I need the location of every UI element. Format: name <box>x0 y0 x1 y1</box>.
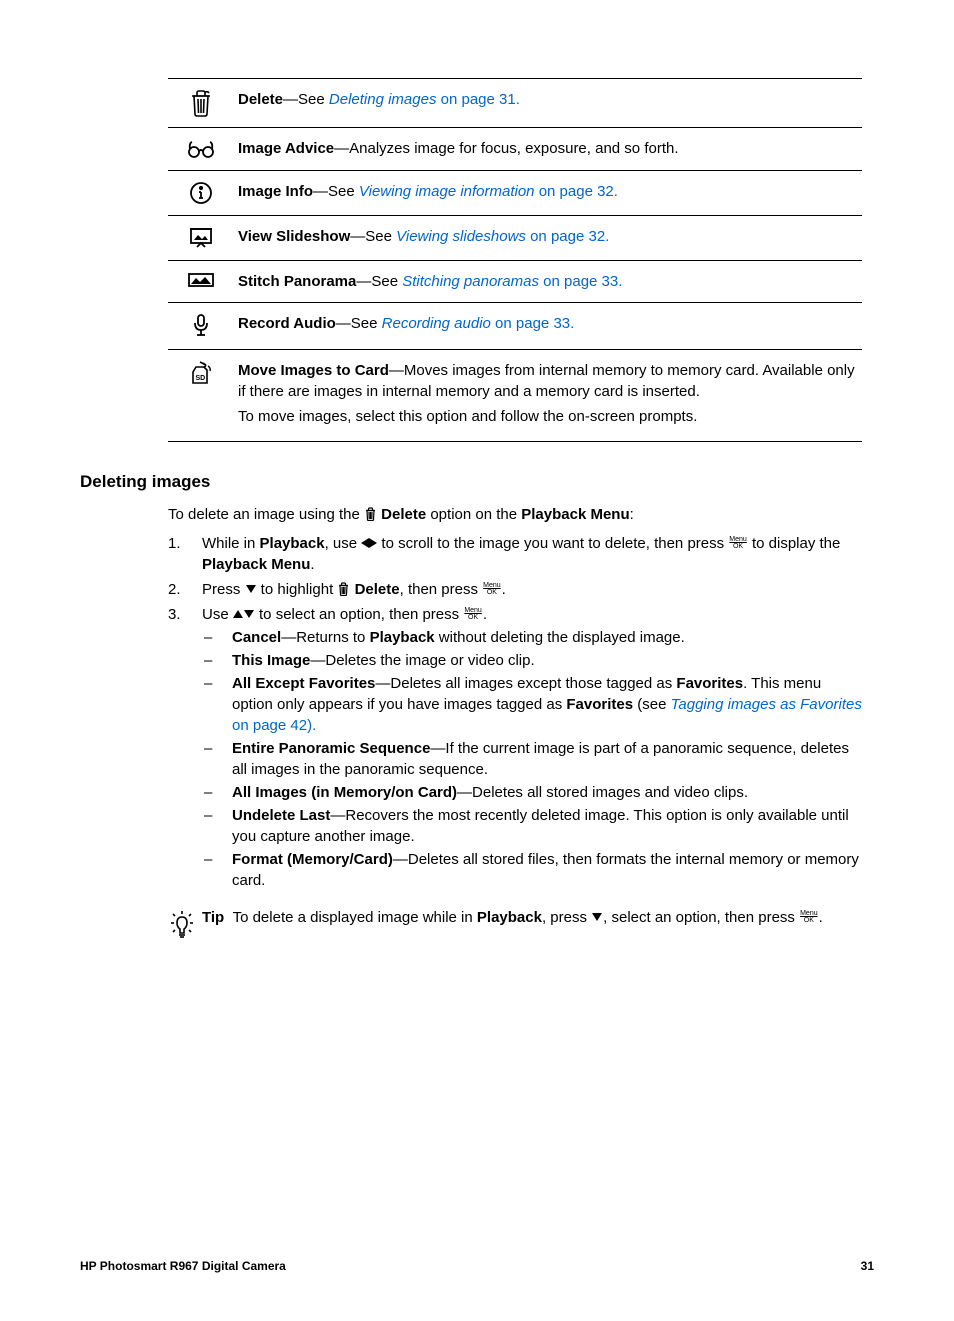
opt-all-except-fav: –All Except Favorites—Deletes all images… <box>202 673 862 736</box>
row-delete: Delete—See Deleting images on page 31. <box>168 79 862 128</box>
trash-icon <box>188 89 214 117</box>
opt-cancel: –Cancel—Returns to Playback without dele… <box>202 627 862 648</box>
page-footer: HP Photosmart R967 Digital Camera 31 <box>80 1258 874 1275</box>
link-stitch[interactable]: Stitching panoramas <box>402 273 539 290</box>
opt-panoramic: –Entire Panoramic Sequence—If the curren… <box>202 738 862 780</box>
row-image-info: Image Info—See Viewing image information… <box>168 171 862 216</box>
down-arrow-icon <box>244 610 254 618</box>
footer-product: HP Photosmart R967 Digital Camera <box>80 1258 286 1275</box>
up-arrow-icon <box>233 610 243 618</box>
microphone-icon <box>191 313 211 339</box>
step-2: 2. Press to highlight Delete, then press… <box>168 579 862 600</box>
trash-icon <box>337 582 350 596</box>
row-slideshow: View Slideshow—See Viewing slideshows on… <box>168 216 862 261</box>
options-list: –Cancel—Returns to Playback without dele… <box>202 627 862 891</box>
row-delete-desc: Delete—See Deleting images on page 31. <box>230 79 862 128</box>
row-advice-desc: Image Advice—Analyzes image for focus, e… <box>230 128 862 171</box>
right-arrow-icon <box>369 538 377 548</box>
eyeglasses-icon <box>186 138 216 160</box>
playback-menu-table: Delete—See Deleting images on page 31. I… <box>168 78 862 442</box>
stitch-icon-cell <box>168 261 230 303</box>
intro-line: To delete an image using the Delete opti… <box>168 504 862 525</box>
move-card-icon-cell: SD <box>168 350 230 442</box>
step-1: 1. While in Playback, use to scroll to t… <box>168 533 862 575</box>
row-slideshow-desc: View Slideshow—See Viewing slideshows on… <box>230 216 862 261</box>
row-move-to-card: SD Move Images to Card—Moves images from… <box>168 350 862 442</box>
steps-list: 1. While in Playback, use to scroll to t… <box>168 533 862 893</box>
down-arrow-icon <box>246 585 256 593</box>
tip-block: Tip To delete a displayed image while in… <box>168 907 862 947</box>
link-image-info[interactable]: Viewing image information <box>359 183 535 200</box>
slideshow-icon-cell <box>168 216 230 261</box>
row-audio: Record Audio—See Recording audio on page… <box>168 303 862 350</box>
footer-page-number: 31 <box>861 1258 874 1275</box>
panorama-icon <box>187 271 215 289</box>
menu-ok-icon: MenuOK <box>800 910 818 924</box>
opt-this-image: –This Image—Deletes the image or video c… <box>202 650 862 671</box>
menu-ok-icon: MenuOK <box>464 607 482 621</box>
left-arrow-icon <box>361 538 369 548</box>
slideshow-icon <box>188 226 214 250</box>
link-audio[interactable]: Recording audio <box>382 315 491 332</box>
delete-icon-cell <box>168 79 230 128</box>
heading-deleting-images: Deleting images <box>80 470 874 494</box>
opt-undelete: –Undelete Last—Recovers the most recentl… <box>202 805 862 847</box>
menu-ok-icon: MenuOK <box>483 582 501 596</box>
link-tagging-favorites[interactable]: Tagging images as Favorites <box>671 696 862 713</box>
row-move-desc: Move Images to Card—Moves images from in… <box>230 350 862 442</box>
body-section: To delete an image using the Delete opti… <box>168 504 862 893</box>
step-3: 3. Use to select an option, then press M… <box>168 604 862 893</box>
svg-text:SD: SD <box>196 375 206 382</box>
row-audio-desc: Record Audio—See Recording audio on page… <box>230 303 862 350</box>
row-image-advice: Image Advice—Analyzes image for focus, e… <box>168 128 862 171</box>
opt-all-images: –All Images (in Memory/on Card)—Deletes … <box>202 782 862 803</box>
opt-format: –Format (Memory/Card)—Deletes all stored… <box>202 849 862 891</box>
link-slideshow[interactable]: Viewing slideshows <box>396 228 526 245</box>
info-icon-cell <box>168 171 230 216</box>
row-info-desc: Image Info—See Viewing image information… <box>230 171 862 216</box>
row-stitch: Stitch Panorama—See Stitching panoramas … <box>168 261 862 303</box>
advice-icon-cell <box>168 128 230 171</box>
audio-icon-cell <box>168 303 230 350</box>
down-arrow-icon <box>592 913 602 921</box>
lightbulb-tip-icon <box>168 907 202 947</box>
sd-card-arrow-icon: SD <box>188 360 214 386</box>
link-deleting-images[interactable]: Deleting images <box>329 91 437 108</box>
row-stitch-desc: Stitch Panorama—See Stitching panoramas … <box>230 261 862 303</box>
trash-icon <box>364 507 377 521</box>
info-icon <box>189 181 213 205</box>
menu-ok-icon: MenuOK <box>729 536 747 550</box>
